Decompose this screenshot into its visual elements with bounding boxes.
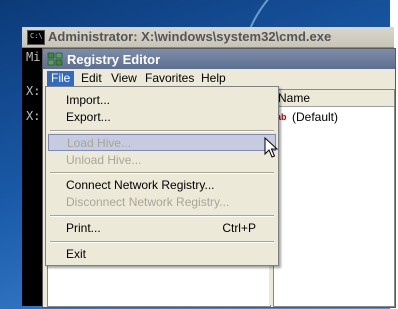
file-menu-dropdown: Import... Export... Load Hive... Unload … — [45, 86, 279, 266]
cmd-output-line: Mi — [26, 50, 41, 64]
menu-favorites[interactable]: Favorites — [141, 71, 198, 86]
cmd-window-title: Administrator: X:\windows\system32\cmd.e… — [48, 29, 332, 44]
cmd-title-bar[interactable]: C:\ Administrator: X:\windows\system32\c… — [22, 27, 394, 48]
value-name: (Default) — [292, 110, 339, 124]
menu-item-import[interactable]: Import... — [48, 92, 276, 109]
registry-editor-icon — [47, 52, 63, 66]
values-list-pane[interactable]: Name ab (Default) — [273, 89, 395, 307]
mouse-pointer-icon — [264, 137, 278, 158]
registry-editor-title: Registry Editor — [67, 52, 161, 67]
menu-separator — [50, 130, 274, 132]
menu-item-connect-network-registry[interactable]: Connect Network Registry... — [48, 177, 276, 194]
column-header-name[interactable]: Name — [274, 90, 394, 107]
menu-item-exit[interactable]: Exit — [48, 246, 276, 263]
menu-edit[interactable]: Edit — [77, 71, 106, 86]
cmd-icon: C:\ — [27, 30, 45, 45]
menu-item-load-hive[interactable]: Load Hive... — [48, 134, 276, 151]
menu-item-disconnect-network-registry[interactable]: Disconnect Network Registry... — [48, 194, 276, 211]
menu-separator — [50, 172, 274, 174]
registry-editor-title-bar[interactable]: Registry Editor — [43, 49, 395, 69]
cmd-output-line: X: — [26, 109, 41, 123]
menu-bar: File Edit View Favorites Help — [43, 69, 395, 87]
menu-item-export[interactable]: Export... — [48, 109, 276, 126]
menu-separator — [50, 241, 274, 243]
menu-file[interactable]: File — [47, 71, 75, 86]
menu-item-print[interactable]: Print... Ctrl+P — [48, 220, 276, 237]
menu-separator — [50, 215, 274, 217]
menu-help[interactable]: Help — [197, 71, 230, 86]
print-shortcut: Ctrl+P — [222, 221, 256, 235]
column-header-label: Name — [278, 91, 311, 105]
menu-item-unload-hive[interactable]: Unload Hive... — [48, 152, 276, 169]
menu-view[interactable]: View — [107, 71, 141, 86]
cmd-output-line: X: — [26, 84, 41, 98]
